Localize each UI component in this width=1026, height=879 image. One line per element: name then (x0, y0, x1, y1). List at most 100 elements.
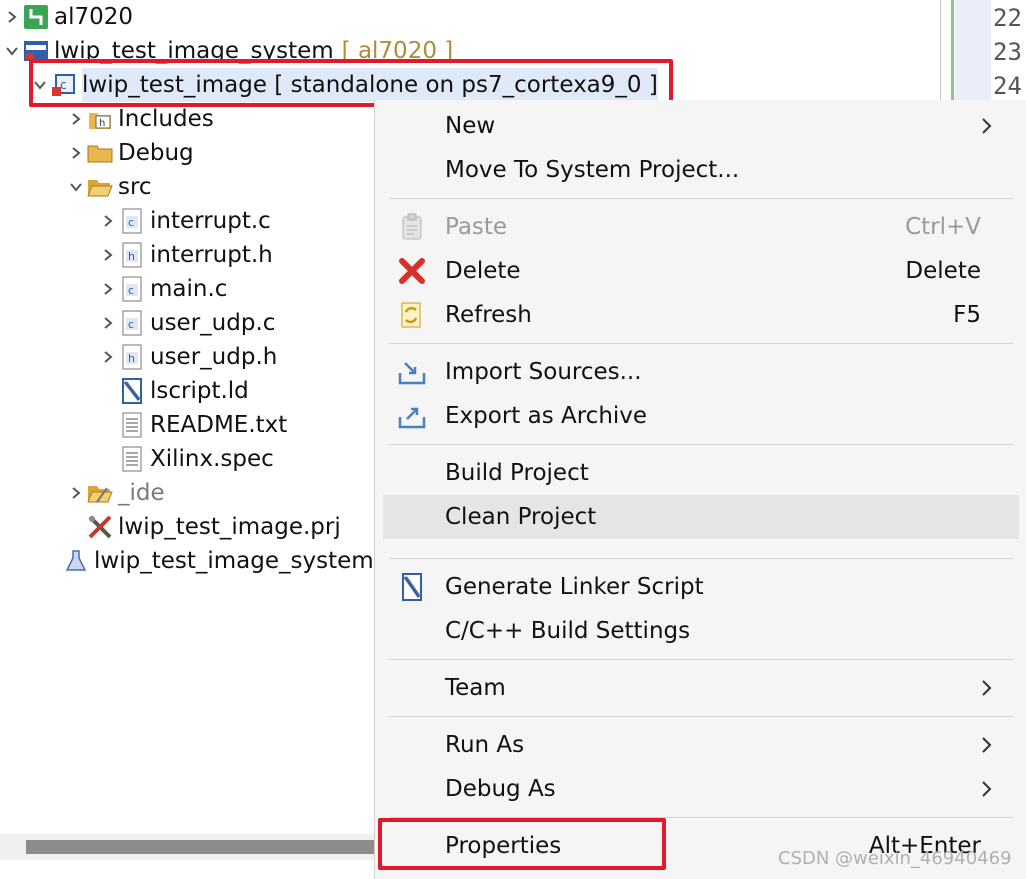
properties-highlight-box (378, 818, 666, 870)
menu-item-build-settings[interactable]: C/C++ Build Settings (383, 609, 1019, 653)
svg-text:c: c (128, 216, 134, 229)
tree-item-ide-folder[interactable]: _ide (66, 476, 165, 510)
tree-item-file[interactable]: README.txt (98, 408, 287, 442)
menu-item-label: Debug As (445, 776, 556, 802)
menu-item-delete[interactable]: Delete Delete (383, 249, 1019, 293)
tree-item-label: src (118, 174, 152, 200)
tree-item-label: _ide (118, 480, 165, 506)
tree-item-file[interactable]: c main.c (98, 272, 227, 306)
line-number: 23 (993, 38, 1022, 66)
flask-icon (62, 547, 90, 575)
menu-item-clean-project[interactable]: Clean Project (383, 495, 1019, 539)
menu-item-team[interactable]: Team (383, 666, 1019, 710)
import-icon (395, 355, 429, 389)
menu-item-label: C/C++ Build Settings (445, 618, 691, 644)
tree-item-label: al7020 (54, 4, 134, 30)
linker-script-icon (395, 570, 429, 604)
menu-item-new[interactable]: New (383, 104, 1019, 148)
submenu-arrow-icon (982, 737, 992, 753)
menu-item-label: Generate Linker Script (445, 574, 704, 600)
menu-item-label: Move To System Project... (445, 157, 740, 183)
menu-item-label: Refresh (445, 302, 532, 328)
line-number: 24 (993, 72, 1022, 100)
tree-item-src-folder[interactable]: src (66, 170, 152, 204)
tree-item-label: main.c (150, 276, 228, 302)
menu-item-import-sources[interactable]: Import Sources... (383, 350, 1019, 394)
tree-item-label: lwip_test_image.prj (118, 514, 341, 540)
chevron-right-icon[interactable] (98, 272, 118, 306)
tree-item-label: Xilinx.spec (150, 446, 274, 472)
scrollbar-thumb[interactable] (26, 840, 380, 854)
menu-item-label: New (445, 113, 496, 139)
chevron-right-icon[interactable] (98, 204, 118, 238)
horizontal-scrollbar[interactable] (0, 834, 380, 860)
submenu-arrow-icon (982, 680, 992, 696)
menu-item-label: Clean Project (445, 504, 597, 530)
tree-item-label: lscript.ld (150, 378, 249, 404)
menu-item-label: Team (445, 675, 506, 701)
chevron-right-icon[interactable] (66, 102, 86, 136)
tree-item-file[interactable]: lscript.ld (98, 374, 249, 408)
menu-item-generate-linker-script[interactable]: Generate Linker Script (383, 565, 1019, 609)
c-file-icon: c (118, 275, 146, 303)
tree-item-includes[interactable]: h Includes (66, 102, 214, 136)
svg-text:h: h (128, 250, 135, 263)
chevron-down-icon[interactable] (66, 170, 86, 204)
menu-item-label: Paste (445, 214, 508, 240)
menu-separator (389, 558, 1013, 559)
chevron-right-icon[interactable] (66, 476, 86, 510)
menu-item-build-project[interactable]: Build Project (383, 451, 1019, 495)
tree-item-label: interrupt.h (150, 242, 273, 268)
tree-item-file[interactable]: Xilinx.spec (98, 442, 274, 476)
c-file-icon: c (118, 309, 146, 337)
chevron-down-icon[interactable] (2, 34, 22, 68)
tree-item-label: interrupt.c (150, 208, 271, 234)
menu-item-export-archive[interactable]: Export as Archive (383, 394, 1019, 438)
folder-open-icon (86, 173, 114, 201)
folder-icon (86, 139, 114, 167)
export-icon (395, 399, 429, 433)
svg-text:h: h (99, 118, 105, 129)
tree-item-file[interactable]: h interrupt.h (98, 238, 273, 272)
platform-icon (22, 3, 50, 31)
svg-text:h: h (128, 352, 135, 365)
menu-separator (389, 444, 1013, 445)
tools-icon (86, 513, 114, 541)
chevron-right-icon[interactable] (2, 0, 22, 34)
folder-open-icon (86, 479, 114, 507)
tree-item-sprj-file[interactable]: lwip_test_image_system. (42, 544, 381, 578)
menu-item-shortcut: F5 (953, 302, 981, 328)
menu-item-label: Build Project (445, 460, 589, 486)
line-number: 22 (993, 4, 1022, 32)
refresh-icon (395, 298, 429, 332)
menu-item-run-as[interactable]: Run As (383, 723, 1019, 767)
menu-separator (389, 198, 1013, 199)
menu-item-paste[interactable]: Paste Ctrl+V (383, 205, 1019, 249)
text-file-icon (118, 411, 146, 439)
tree-item-label: user_udp.h (150, 344, 278, 370)
chevron-right-icon[interactable] (66, 136, 86, 170)
chevron-right-icon[interactable] (98, 340, 118, 374)
delete-x-icon (395, 254, 429, 288)
clipboard-icon (395, 210, 429, 244)
linker-script-icon (118, 377, 146, 405)
tree-item-file[interactable]: c interrupt.c (98, 204, 271, 238)
chevron-right-icon[interactable] (98, 306, 118, 340)
tree-item-debug-folder[interactable]: Debug (66, 136, 194, 170)
menu-item-refresh[interactable]: Refresh F5 (383, 293, 1019, 337)
menu-item-move-to-system[interactable]: Move To System Project... (383, 148, 1019, 192)
tree-item-file[interactable]: h user_udp.h (98, 340, 277, 374)
tree-item-al7020[interactable]: al7020 (2, 0, 133, 34)
chevron-right-icon[interactable] (98, 238, 118, 272)
includes-icon: h (86, 105, 114, 133)
context-menu: New Move To System Project... Paste Ctrl… (374, 100, 1026, 879)
menu-separator (389, 343, 1013, 344)
svg-text:c: c (128, 318, 134, 331)
tree-item-prj-file[interactable]: lwip_test_image.prj (66, 510, 341, 544)
menu-item-debug-as[interactable]: Debug As (383, 767, 1019, 811)
tree-item-file[interactable]: c user_udp.c (98, 306, 275, 340)
submenu-arrow-icon (982, 781, 992, 797)
menu-item-label: Run As (445, 732, 525, 758)
menu-item-shortcut: Ctrl+V (905, 214, 981, 240)
tree-item-label: user_udp.c (150, 310, 276, 336)
